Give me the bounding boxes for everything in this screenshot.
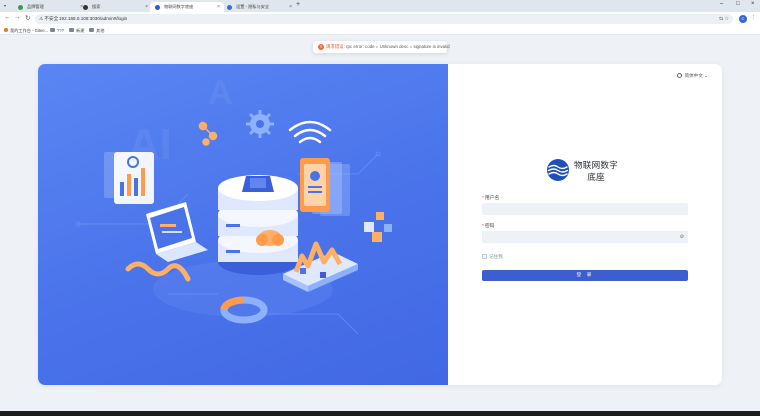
site-icon — [155, 5, 160, 10]
browser-toolbar: ← → ↻ ⚠ 不安全 192.168.0.108:3030/admin#/lo… — [0, 12, 760, 26]
bookmark-item[interactable]: 新建 — [69, 26, 84, 35]
globe-icon — [677, 73, 683, 78]
url-text: 192.168.0.108:3030/admin#/login — [59, 16, 128, 21]
bookmark-label: 我的工作台 - Gitee... — [10, 28, 49, 33]
window-close-icon[interactable]: × — [751, 1, 755, 7]
chart-panel-icon — [104, 152, 154, 204]
cube-cluster-icon — [364, 212, 392, 242]
toast-message: rpc error: code = Unknown desc = signatu… — [346, 44, 450, 49]
more-menu-icon[interactable]: ⋮ — [751, 15, 756, 21]
settings-icon — [227, 5, 232, 10]
minimize-icon[interactable]: – — [720, 1, 723, 7]
globe-icon — [83, 5, 88, 10]
bookmark-label: 新建 — [76, 28, 85, 33]
browser-tab-1[interactable]: 品牌管理 × — [13, 2, 87, 12]
folder-icon — [50, 28, 55, 33]
new-tab-button[interactable]: + — [296, 1, 300, 8]
browser-tab-2[interactable]: 搜索 × — [78, 2, 152, 12]
eye-off-icon[interactable]: ⊘ — [680, 231, 684, 243]
profile-avatar[interactable]: C — [739, 15, 747, 23]
bookmarks-bar: 我的工作台 - Gitee... ??? 新建 其他 — [0, 26, 760, 35]
error-toast: ! 请求错误: rpc error: code = Unknown desc =… — [313, 41, 450, 53]
close-icon[interactable]: × — [145, 2, 148, 12]
tab-label: 搜索 — [92, 4, 101, 9]
browser-tab-4[interactable]: 设置 - 隐私与安全 × — [222, 2, 296, 12]
password-label: *密码 — [482, 224, 495, 229]
remember-label: 记住我 — [489, 254, 503, 260]
server-stack-icon — [218, 175, 298, 275]
wifi-icon — [288, 120, 332, 144]
close-icon[interactable]: × — [217, 2, 220, 12]
language-selector[interactable]: 简体中文 ⌄ — [677, 73, 708, 79]
tab-label: 设置 - 隐私与安全 — [236, 4, 270, 9]
login-panel: 简体中文 ⌄ 物联网数字底座 *用户名 *密码 ⊘ 记住我 登 录 — [448, 64, 722, 385]
iot-illustration: AI A — [75, 74, 392, 335]
forward-icon[interactable]: → — [14, 14, 21, 21]
remember-me-checkbox[interactable]: 记住我 — [482, 254, 503, 260]
gitee-icon — [4, 28, 8, 33]
address-bar[interactable]: ⚠ 不安全 192.168.0.108:3030/admin#/login ⇆ … — [35, 14, 733, 24]
gear-icon — [246, 110, 274, 138]
not-secure-indicator[interactable]: ⚠ 不安全 — [39, 14, 58, 24]
username-label: *用户名 — [482, 196, 500, 201]
translate-icon[interactable]: ⇆ ☆ — [719, 14, 729, 24]
bookmark-label: ??? — [57, 28, 64, 33]
chevron-down-icon: ⌄ — [704, 73, 708, 79]
folder-icon — [69, 28, 74, 33]
brand-name: 物联网数字底座 — [574, 160, 618, 182]
laptop-icon — [146, 202, 208, 262]
browser-tab-strip: ▾ 品牌管理 × 搜索 × 物联网数字底座 × 设置 - 隐私与安全 × + –… — [0, 0, 760, 12]
password-input[interactable]: ⊘ — [482, 231, 688, 243]
tab-label: 品牌管理 — [27, 4, 44, 9]
reload-icon[interactable]: ↻ — [25, 14, 30, 22]
folder-icon — [89, 28, 94, 33]
login-button[interactable]: 登 录 — [482, 270, 688, 281]
tab-search-icon[interactable]: ▾ — [4, 3, 6, 8]
bookmark-label: 其他 — [96, 28, 105, 33]
bookmark-item[interactable]: ??? — [50, 26, 64, 35]
checkbox-box[interactable] — [482, 254, 487, 259]
taskbar-edge — [0, 411, 760, 416]
security-label: 不安全 — [44, 16, 59, 21]
brand-logo-icon — [547, 159, 569, 181]
svg-text:A: A — [208, 74, 233, 112]
maximize-icon[interactable]: □ — [736, 1, 740, 7]
error-icon: ! — [318, 44, 324, 50]
bookmark-item[interactable]: 我的工作台 - Gitee... — [4, 26, 48, 35]
toast-prefix: 请求错误: — [326, 44, 345, 49]
close-icon[interactable]: × — [289, 2, 292, 12]
browser-tab-3[interactable]: 物联网数字底座 × — [150, 2, 224, 12]
back-icon[interactable]: ← — [4, 14, 11, 21]
login-card: AI A 简体中文 ⌄ 物联网数字底座 *用户名 *密码 ⊘ 记住我 登 录 — [38, 64, 722, 385]
app-icon — [18, 5, 23, 10]
tab-label: 物联网数字底座 — [164, 4, 194, 9]
id-card-icon — [300, 158, 350, 216]
username-input[interactable] — [482, 203, 688, 215]
hero-illustration: AI A — [38, 64, 448, 385]
bookmark-item[interactable]: 其他 — [89, 26, 104, 35]
language-label: 简体中文 — [684, 73, 703, 79]
